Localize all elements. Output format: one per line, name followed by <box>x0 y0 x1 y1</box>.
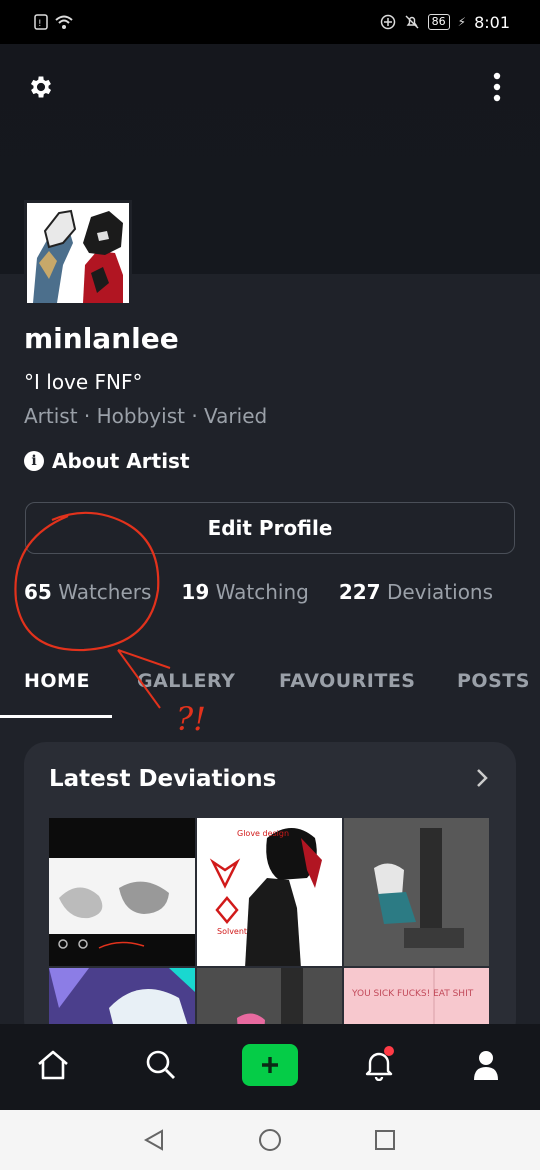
deviation-thumbnail[interactable] <box>49 818 195 966</box>
notification-badge <box>384 1046 394 1056</box>
status-left: ! <box>34 14 74 30</box>
status-right: 86 ⚡ 8:01 <box>380 13 510 32</box>
deviation-thumbnail[interactable]: Glove design Solvent <box>197 818 342 966</box>
data-saver-icon <box>380 14 395 30</box>
wifi-icon <box>55 15 73 29</box>
home-button[interactable] <box>258 1128 282 1156</box>
sim-icon: ! <box>34 14 48 30</box>
clock: 8:01 <box>474 12 510 32</box>
thumbnail-caption: Glove design <box>237 829 289 838</box>
profile-tagline: °I love FNF° <box>24 370 143 394</box>
tab-home[interactable]: HOME <box>24 670 90 692</box>
recents-icon <box>375 1130 395 1150</box>
battery-indicator: 86 <box>427 14 450 30</box>
home-circle-icon <box>259 1129 281 1151</box>
system-navigation-bar <box>0 1110 540 1170</box>
avatar-artwork <box>27 203 129 303</box>
stat-deviations[interactable]: 227 Deviations <box>339 580 493 604</box>
edit-profile-button[interactable]: Edit Profile <box>25 502 515 554</box>
deviation-artwork: Glove design Solvent <box>197 818 342 966</box>
mute-icon <box>405 15 419 29</box>
nav-home[interactable] <box>30 1042 76 1088</box>
tab-posts[interactable]: POSTS <box>457 670 530 692</box>
deviation-thumbnail[interactable] <box>344 818 489 966</box>
home-icon <box>38 1050 68 1080</box>
latest-deviations-card: Latest Deviations Glove design Solvent Y… <box>24 742 516 1042</box>
avatar[interactable] <box>24 200 132 306</box>
more-vertical-icon <box>493 72 501 102</box>
profile-tabs: HOME GALLERY FAVOURITES POSTS <box>0 664 540 718</box>
nav-search[interactable] <box>138 1042 184 1088</box>
bottom-navigation <box>0 1024 540 1110</box>
profile-meta: Artist · Hobbyist · Varied <box>24 404 268 428</box>
stat-count: 227 <box>338 580 381 604</box>
settings-button[interactable] <box>24 70 58 104</box>
stat-watchers[interactable]: 65 Watchers <box>24 580 151 604</box>
stat-label: Watchers <box>58 580 152 604</box>
latest-deviations-title: Latest Deviations <box>49 766 277 792</box>
thumbnail-label: Solvent <box>217 927 247 936</box>
active-tab-indicator <box>0 715 112 718</box>
profile-stats: 65 Watchers 19 Watching 227 Deviations <box>24 580 523 604</box>
svg-text:!: ! <box>38 19 42 29</box>
create-button[interactable] <box>242 1044 298 1086</box>
back-button[interactable] <box>142 1128 166 1156</box>
about-artist-link[interactable]: i About Artist <box>24 449 190 473</box>
about-artist-label: About Artist <box>52 449 190 473</box>
stat-label: Deviations <box>386 580 494 604</box>
more-options-button[interactable] <box>480 70 514 104</box>
deviation-artwork <box>49 818 195 966</box>
latest-deviations-more-button[interactable] <box>476 768 488 794</box>
deviation-artwork <box>344 818 489 966</box>
charging-icon: ⚡ <box>457 15 467 29</box>
search-icon <box>146 1050 175 1079</box>
profile-username: minlanlee <box>24 322 179 355</box>
tab-favourites[interactable]: FAVOURITES <box>279 670 416 692</box>
chevron-right-icon <box>477 769 488 787</box>
stat-count: 19 <box>181 580 210 604</box>
info-icon: i <box>24 451 44 471</box>
tab-gallery[interactable]: GALLERY <box>137 670 235 692</box>
stat-count: 65 <box>24 580 52 604</box>
recents-button[interactable] <box>373 1128 397 1156</box>
status-bar: ! 86 ⚡ 8:01 <box>0 0 540 44</box>
back-icon <box>143 1129 163 1151</box>
gear-icon <box>30 76 52 98</box>
user-icon <box>474 1051 498 1080</box>
stat-watching[interactable]: 19 Watching <box>181 580 308 604</box>
stat-label: Watching <box>215 580 309 604</box>
nav-profile[interactable] <box>463 1042 509 1088</box>
thumbnail-text: YOU SICK FUCKS! EAT SHIT <box>351 989 474 999</box>
nav-notifications[interactable] <box>356 1042 402 1088</box>
nav-create[interactable] <box>242 1042 298 1088</box>
plus-icon <box>262 1057 278 1073</box>
